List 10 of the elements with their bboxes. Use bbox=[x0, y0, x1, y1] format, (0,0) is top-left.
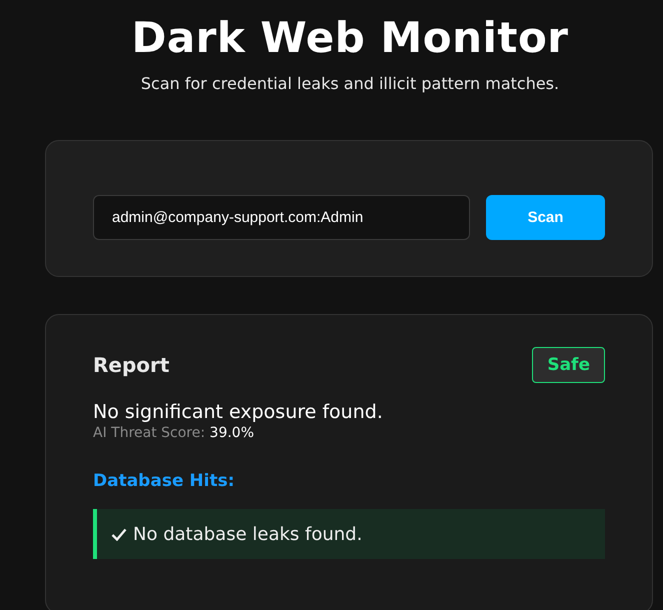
threat-score: AI Threat Score: 39.0% bbox=[93, 425, 256, 441]
page-subtitle: Scan for credential leaks and illicit pattern matches. bbox=[140, 74, 560, 93]
database-hits-heading: Database Hits: bbox=[93, 471, 236, 491]
hit-text: No database leaks found. bbox=[133, 524, 362, 544]
credential-input-field[interactable]: admin@company-support.com:Admin bbox=[93, 195, 470, 240]
checkmark-icon bbox=[111, 528, 127, 540]
report-title: Report bbox=[93, 353, 170, 377]
page-title: Dark Web Monitor bbox=[130, 12, 570, 64]
report-summary: No significant exposure found. bbox=[93, 401, 384, 423]
status-badge: Safe bbox=[532, 347, 605, 383]
